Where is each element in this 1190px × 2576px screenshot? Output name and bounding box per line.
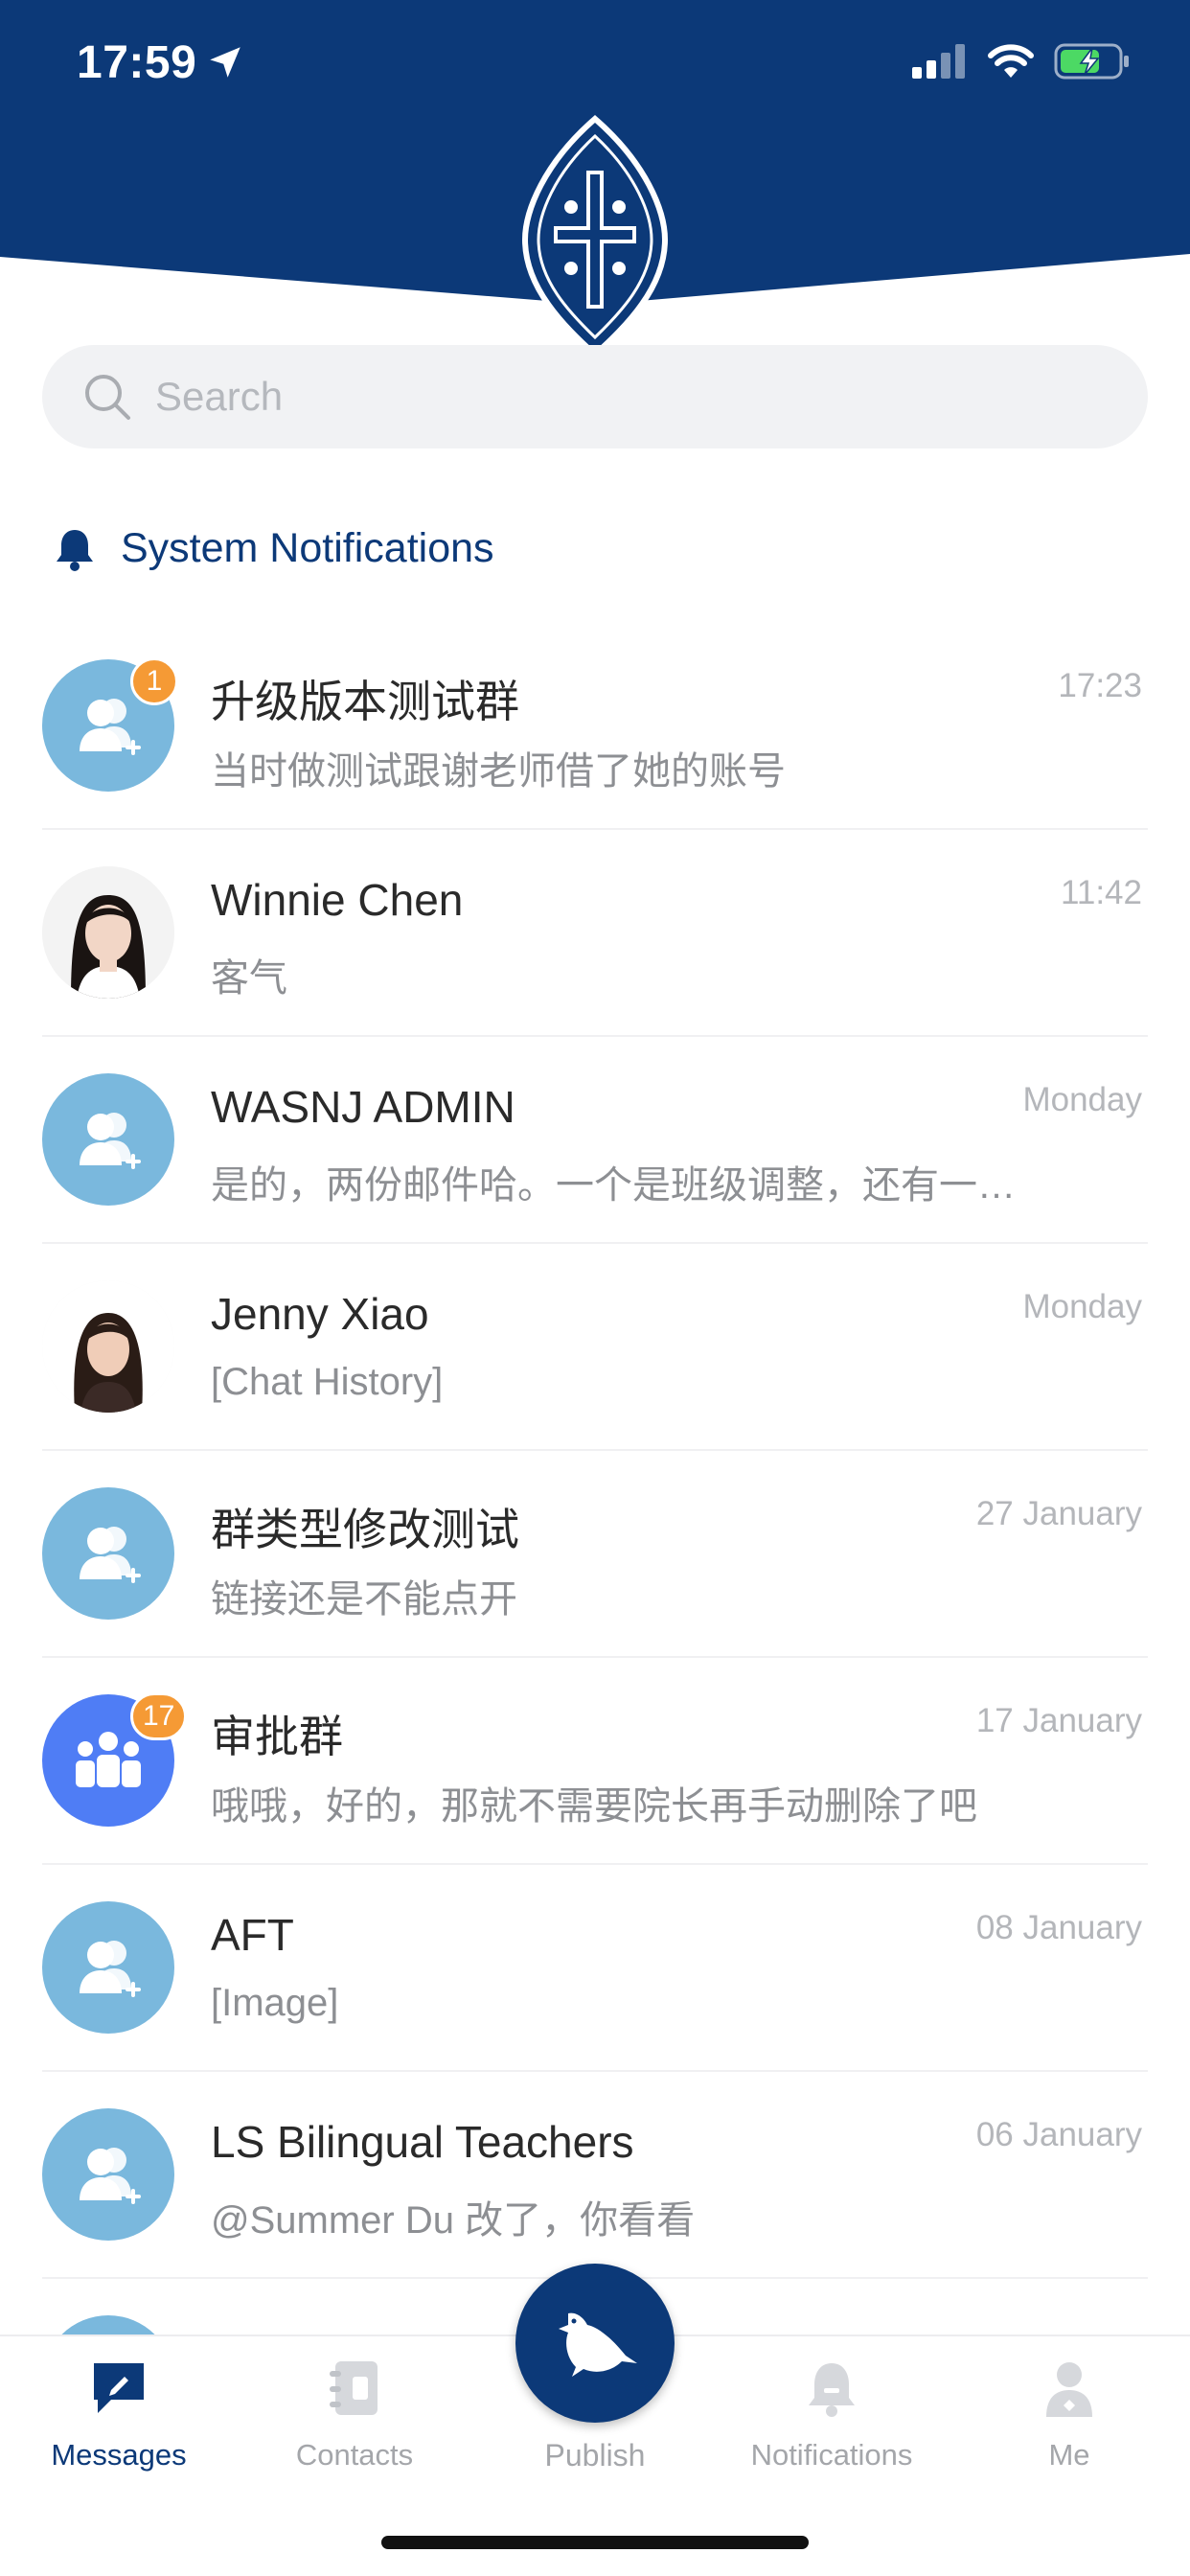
- app-header: 17:59: [0, 0, 1190, 364]
- publish-button[interactable]: [515, 2264, 675, 2423]
- chat-preview: 是的，两份邮件哈。一个是班级调整，还有一…: [211, 1164, 1016, 1207]
- school-crest-logo: [521, 115, 669, 358]
- status-time: 17:59: [77, 37, 197, 88]
- chat-row[interactable]: WASNJ ADMIN 是的，两份邮件哈。一个是班级调整，还有一… Monday: [0, 1037, 1190, 1244]
- chat-name: LS Bilingual Teachers: [211, 2117, 634, 2167]
- home-indicator: [381, 2536, 809, 2549]
- chat-row[interactable]: 群类型修改测试 链接还是不能点开 27 January: [0, 1451, 1190, 1658]
- group-add-icon: [80, 1527, 141, 1583]
- chat-row[interactable]: AFT [Image] 08 January: [0, 1865, 1190, 2072]
- tab-label: Contacts: [295, 2438, 414, 2472]
- group-add-icon: [80, 2148, 141, 2204]
- tab-label: Notifications: [750, 2438, 913, 2472]
- status-icons: [912, 42, 1131, 80]
- chat-time: 17:23: [1058, 667, 1142, 704]
- chat-time: 08 January: [975, 1909, 1142, 1946]
- chat-row[interactable]: Jenny Xiao [Chat History] Monday: [0, 1244, 1190, 1451]
- chat-preview: [Chat History]: [211, 1361, 444, 1403]
- tab-me[interactable]: Me: [964, 2358, 1175, 2472]
- group-add-icon: [80, 1941, 141, 1997]
- group-avatar: [42, 1487, 174, 1620]
- chat-row[interactable]: 1 升级版本测试群 当时做测试跟谢老师借了她的账号 17:23: [0, 623, 1190, 830]
- bell-icon: [57, 529, 93, 571]
- tab-notifications[interactable]: Notifications: [726, 2358, 937, 2472]
- search-bar[interactable]: [42, 345, 1148, 448]
- chat-list: 1 升级版本测试群 当时做测试跟谢老师借了她的账号 17:23 Winnie C…: [0, 623, 1190, 2486]
- tab-publish-label: Publish: [544, 2438, 646, 2472]
- chat-time: Monday: [1022, 1081, 1142, 1118]
- chat-preview: 当时做测试跟谢老师借了她的账号: [211, 750, 786, 793]
- chat-preview: 哦哦，好的，那就不需要院长再手动删除了吧: [211, 1785, 977, 1828]
- search-icon: [85, 375, 130, 420]
- group-add-icon: [80, 699, 141, 755]
- address-book-icon: [330, 2361, 378, 2415]
- chat-time: Monday: [1022, 1288, 1142, 1325]
- chat-row[interactable]: LS Bilingual Teachers @Summer Du 改了，你看看 …: [0, 2072, 1190, 2279]
- chat-row[interactable]: 17 审批群 哦哦，好的，那就不需要院长再手动删除了吧 17 January: [0, 1658, 1190, 1865]
- user-photo: [42, 1280, 174, 1413]
- chat-bubble-pen-icon: [94, 2363, 144, 2413]
- unread-badge: 1: [130, 657, 178, 705]
- chat-time: 11:42: [1061, 874, 1142, 911]
- chat-preview: 客气: [211, 957, 287, 1000]
- system-notifications-link[interactable]: System Notifications: [54, 525, 494, 572]
- chat-time: 27 January: [975, 1495, 1142, 1532]
- chat-row[interactable]: Winnie Chen 客气 11:42: [0, 830, 1190, 1037]
- chat-preview: @Summer Du 改了，你看看: [211, 2199, 696, 2242]
- tab-label: Messages: [51, 2438, 187, 2472]
- group-avatar: [42, 1073, 174, 1206]
- chat-name: AFT: [211, 1910, 294, 1960]
- location-arrow-icon: [210, 47, 240, 78]
- chat-time: 06 January: [975, 2116, 1142, 2153]
- user-photo: [42, 866, 174, 999]
- avatar-photo: [42, 866, 174, 999]
- group-people-icon: [76, 1732, 141, 1787]
- chat-name: 升级版本测试群: [211, 677, 519, 726]
- chat-name: Winnie Chen: [211, 875, 464, 925]
- chat-preview: 链接还是不能点开: [211, 1578, 517, 1621]
- wifi-icon: [988, 44, 1034, 78]
- tab-messages[interactable]: Messages: [13, 2358, 224, 2472]
- person-icon: [1046, 2362, 1092, 2417]
- tab-label: Me: [1048, 2438, 1090, 2472]
- battery-charging-icon: [1054, 43, 1129, 80]
- chat-name: 群类型修改测试: [211, 1505, 519, 1554]
- group-avatar: [42, 1901, 174, 2034]
- chat-name: Jenny Xiao: [211, 1289, 429, 1339]
- group-add-icon: [80, 1113, 141, 1169]
- bell-icon: [809, 2363, 855, 2417]
- search-input[interactable]: [155, 374, 1018, 420]
- avatar-photo: [42, 1280, 174, 1413]
- chat-name: 审批群: [211, 1712, 343, 1761]
- group-avatar: [42, 2108, 174, 2241]
- chat-preview: [Image]: [211, 1982, 339, 2024]
- bird-icon: [559, 2312, 637, 2377]
- cellular-signal-icon: [912, 44, 965, 79]
- system-notifications-label: System Notifications: [121, 525, 494, 571]
- chat-name: WASNJ ADMIN: [211, 1082, 515, 1132]
- unread-badge: 17: [130, 1692, 188, 1740]
- chat-time: 17 January: [975, 1702, 1142, 1739]
- tab-contacts[interactable]: Contacts: [249, 2358, 460, 2472]
